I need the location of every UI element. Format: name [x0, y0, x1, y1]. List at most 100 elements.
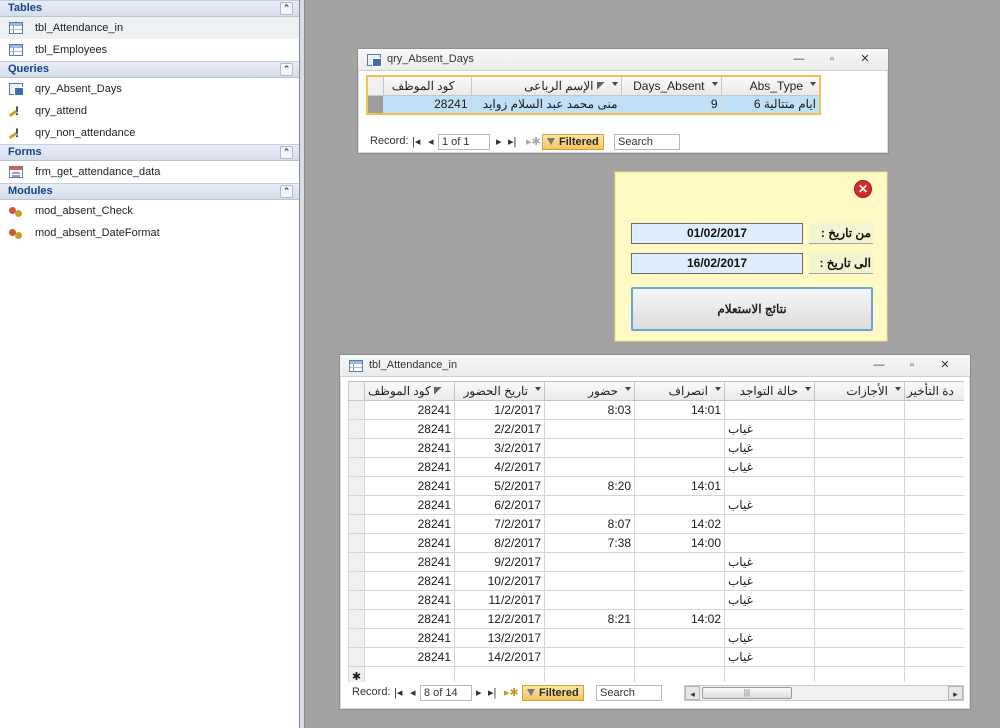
- from-date-field[interactable]: 01/02/2017: [631, 223, 803, 244]
- cell-vacations[interactable]: [814, 590, 905, 610]
- column-header-vacations[interactable]: الأجازات: [814, 381, 905, 401]
- column-header-emp-code[interactable]: كود الموظف: [364, 381, 455, 401]
- empty-cell[interactable]: [364, 666, 455, 682]
- record-position-field[interactable]: 8 of 14: [420, 685, 472, 701]
- cell-delay[interactable]: [904, 419, 964, 439]
- prev-record-icon[interactable]: ◂: [410, 686, 416, 699]
- cell-check-in[interactable]: [544, 495, 635, 515]
- cell-emp-code[interactable]: 28241: [364, 647, 455, 667]
- restore-icon[interactable]: ▫: [823, 52, 841, 66]
- first-record-icon[interactable]: |◂: [412, 135, 420, 148]
- cell-emp-code[interactable]: 28241: [364, 628, 455, 648]
- collapse-chevron-icon[interactable]: ⌃: [280, 185, 293, 198]
- row-selector[interactable]: [348, 590, 365, 610]
- cell-attendance-date[interactable]: 6/2/2017: [454, 495, 545, 515]
- new-record-row[interactable]: ✱: [348, 666, 964, 682]
- cell-presence-status[interactable]: غياب: [724, 647, 815, 667]
- cell-attendance-date[interactable]: 1/2/2017: [454, 400, 545, 420]
- cell-presence-status[interactable]: غياب: [724, 590, 815, 610]
- empty-cell[interactable]: [904, 666, 964, 682]
- row-selector[interactable]: [348, 419, 365, 439]
- column-header-check-out[interactable]: انصراف: [634, 381, 725, 401]
- cell-check-in[interactable]: [544, 590, 635, 610]
- cell-presence-status[interactable]: غياب: [724, 457, 815, 477]
- row-selector[interactable]: [348, 609, 365, 629]
- window-titlebar[interactable]: tbl_Attendance_in — ▫ ✕: [340, 355, 970, 377]
- select-all-cell[interactable]: [348, 381, 365, 401]
- row-selector[interactable]: [348, 457, 365, 477]
- cell-delay[interactable]: [904, 495, 964, 515]
- cell-emp-code[interactable]: 28241: [364, 400, 455, 420]
- cell-check-out[interactable]: [634, 628, 725, 648]
- cell-presence-status[interactable]: غياب: [724, 419, 815, 439]
- cell-emp-code[interactable]: 28241: [364, 476, 455, 496]
- cell-vacations[interactable]: [814, 533, 905, 553]
- cell-vacations[interactable]: [814, 628, 905, 648]
- dropdown-arrow-icon[interactable]: [895, 387, 901, 391]
- cell-delay[interactable]: [904, 590, 964, 610]
- cell-check-in[interactable]: [544, 552, 635, 572]
- nav-group-header-tables[interactable]: Tables ⌃: [0, 0, 299, 17]
- cell-delay[interactable]: [904, 628, 964, 648]
- cell-vacations[interactable]: [814, 476, 905, 496]
- cell-check-in[interactable]: 7:38: [544, 533, 635, 553]
- cell-vacations[interactable]: [814, 571, 905, 591]
- nav-item-qry-absent-days[interactable]: qry_Absent_Days: [0, 78, 299, 100]
- row-selector[interactable]: [348, 552, 365, 572]
- next-record-icon[interactable]: ▸: [496, 135, 502, 148]
- cell-check-in[interactable]: 8:20: [544, 476, 635, 496]
- nav-group-header-queries[interactable]: Queries ⌃: [0, 61, 299, 78]
- table-row[interactable]: 28241 14/2/2017 غياب: [348, 647, 964, 667]
- cell-attendance-date[interactable]: 13/2/2017: [454, 628, 545, 648]
- cell-presence-status[interactable]: غياب: [724, 628, 815, 648]
- empty-cell[interactable]: [634, 666, 725, 682]
- table-row[interactable]: 28241 4/2/2017 غياب: [348, 457, 964, 477]
- new-record-icon[interactable]: ▸✱: [526, 135, 541, 148]
- cell-emp-code[interactable]: 28241: [364, 419, 455, 439]
- table-row[interactable]: 28241 10/2/2017 غياب: [348, 571, 964, 591]
- cell-check-in[interactable]: [544, 571, 635, 591]
- row-selector[interactable]: [348, 495, 365, 515]
- table-row[interactable]: 28241 6/2/2017 غياب: [348, 495, 964, 515]
- cell-attendance-date[interactable]: 5/2/2017: [454, 476, 545, 496]
- cell-check-in[interactable]: [544, 457, 635, 477]
- dropdown-arrow-icon[interactable]: [805, 387, 811, 391]
- table-row[interactable]: 28241 12/2/2017 8:21 14:02: [348, 609, 964, 629]
- cell-emp-code[interactable]: 28241: [382, 94, 472, 115]
- last-record-icon[interactable]: ▸|: [508, 135, 516, 148]
- table-row[interactable]: 28241 3/2/2017 غياب: [348, 438, 964, 458]
- cell-delay[interactable]: [904, 571, 964, 591]
- cell-check-out[interactable]: [634, 647, 725, 667]
- cell-emp-code[interactable]: 28241: [364, 533, 455, 553]
- nav-group-header-modules[interactable]: Modules ⌃: [0, 183, 299, 200]
- filtered-toggle[interactable]: Filtered: [542, 134, 604, 150]
- cell-check-in[interactable]: [544, 419, 635, 439]
- cell-check-out[interactable]: 14:00: [634, 533, 725, 553]
- cell-emp-code[interactable]: 28241: [364, 438, 455, 458]
- empty-cell[interactable]: [454, 666, 545, 682]
- cell-abs-type[interactable]: 6 ايام متتالية: [720, 94, 821, 115]
- cell-check-in[interactable]: 8:03: [544, 400, 635, 420]
- table-row[interactable]: 28241 2/2/2017 غياب: [348, 419, 964, 439]
- nav-item-frm-get-attendance-data[interactable]: frm_get_attendance_data: [0, 161, 299, 183]
- cell-attendance-date[interactable]: 14/2/2017: [454, 647, 545, 667]
- cell-presence-status[interactable]: [724, 476, 815, 496]
- cell-check-in[interactable]: [544, 647, 635, 667]
- cell-delay[interactable]: [904, 400, 964, 420]
- nav-item-qry-non-attendance[interactable]: qry_non_attendance: [0, 122, 299, 144]
- cell-check-out[interactable]: [634, 457, 725, 477]
- cell-emp-code[interactable]: 28241: [364, 495, 455, 515]
- cell-attendance-date[interactable]: 11/2/2017: [454, 590, 545, 610]
- cell-delay[interactable]: [904, 609, 964, 629]
- search-input[interactable]: Search: [596, 685, 662, 701]
- cell-attendance-date[interactable]: 12/2/2017: [454, 609, 545, 629]
- cell-emp-code[interactable]: 28241: [364, 609, 455, 629]
- collapse-chevron-icon[interactable]: ⌃: [280, 146, 293, 159]
- table-row[interactable]: 28241 5/2/2017 8:20 14:01: [348, 476, 964, 496]
- cell-vacations[interactable]: [814, 457, 905, 477]
- cell-check-in[interactable]: [544, 438, 635, 458]
- cell-attendance-date[interactable]: 4/2/2017: [454, 457, 545, 477]
- cell-emp-code[interactable]: 28241: [364, 514, 455, 534]
- table-row[interactable]: 28241 9/2/2017 غياب: [348, 552, 964, 572]
- nav-item-mod-absent-check[interactable]: mod_absent_Check: [0, 200, 299, 222]
